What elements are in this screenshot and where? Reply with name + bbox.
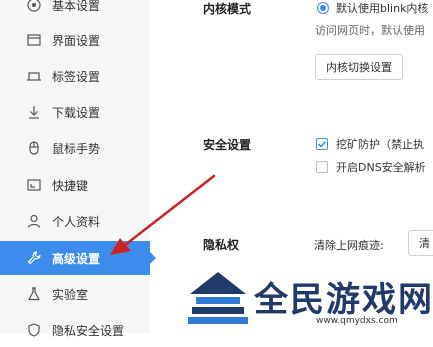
- dns-security-checkbox[interactable]: [316, 161, 328, 173]
- privacy-title: 隐私权: [203, 238, 240, 252]
- window-icon: [26, 32, 42, 48]
- blink-kernel-radio[interactable]: [317, 2, 329, 14]
- sidebar-item-interface[interactable]: 界面设置: [0, 23, 150, 57]
- sidebar-item-label: 个人资料: [52, 214, 101, 229]
- sidebar-item-lab[interactable]: 实验室: [0, 277, 150, 311]
- settings-content: 内核模式 默认使用blink内核 访问网页时，默认使用 内核切换设置 安全设置 …: [150, 0, 433, 333]
- flask-icon: [26, 286, 42, 302]
- sidebar-item-label: 鼠标手势: [52, 141, 101, 156]
- sidebar-item-advanced[interactable]: 高级设置: [0, 241, 156, 275]
- shield-icon: [26, 322, 42, 338]
- keyboard-icon: [26, 177, 42, 193]
- user-icon: [26, 213, 42, 229]
- sidebar-item-label: 高级设置: [52, 251, 101, 266]
- blink-kernel-label: 默认使用blink内核: [336, 2, 429, 15]
- security-settings-title: 安全设置: [203, 138, 252, 152]
- settings-sidebar: 基本设置 界面设置 标签设置 下载设置 鼠标手势 快捷键 个人资料 高级设置 实…: [0, 0, 156, 338]
- sidebar-item-label: 快捷键: [52, 178, 89, 193]
- target-icon: [26, 0, 42, 13]
- mouse-icon: [26, 140, 42, 156]
- sidebar-item-label: 基本设置: [52, 0, 101, 13]
- sidebar-item-label: 实验室: [52, 287, 89, 302]
- sidebar-item-label: 下载设置: [52, 105, 101, 120]
- mining-protection-checkbox[interactable]: [316, 138, 328, 150]
- checkmark-icon: [317, 140, 327, 148]
- sidebar-item-download[interactable]: 下载设置: [0, 95, 150, 129]
- clear-history-label: 清除上网痕迹:: [314, 239, 384, 252]
- sidebar-item-shortcut[interactable]: 快捷键: [0, 168, 150, 202]
- mining-protection-label: 挖矿防护（禁止执: [336, 138, 424, 151]
- sidebar-item-label: 隐私安全设置: [52, 323, 125, 338]
- sidebar-item-label: 界面设置: [52, 33, 101, 48]
- sidebar-item-tabs[interactable]: 标签设置: [0, 59, 150, 93]
- dns-security-label: 开启DNS安全解析: [336, 161, 426, 174]
- tab-icon: [26, 68, 42, 84]
- sidebar-item-mouse-gesture[interactable]: 鼠标手势: [0, 131, 150, 165]
- kernel-mode-note: 访问网页时，默认使用: [315, 24, 425, 37]
- kernel-switch-button[interactable]: 内核切换设置: [315, 54, 403, 80]
- kernel-mode-title: 内核模式: [203, 2, 252, 16]
- wrench-icon: [26, 250, 42, 266]
- sidebar-item-basic[interactable]: 基本设置: [0, 0, 150, 22]
- clear-history-button[interactable]: 清: [408, 230, 433, 256]
- sidebar-item-profile[interactable]: 个人资料: [0, 204, 150, 238]
- sidebar-item-label: 标签设置: [52, 69, 101, 84]
- sidebar-item-privacy-security[interactable]: 隐私安全设置: [0, 313, 150, 347]
- download-icon: [26, 104, 42, 120]
